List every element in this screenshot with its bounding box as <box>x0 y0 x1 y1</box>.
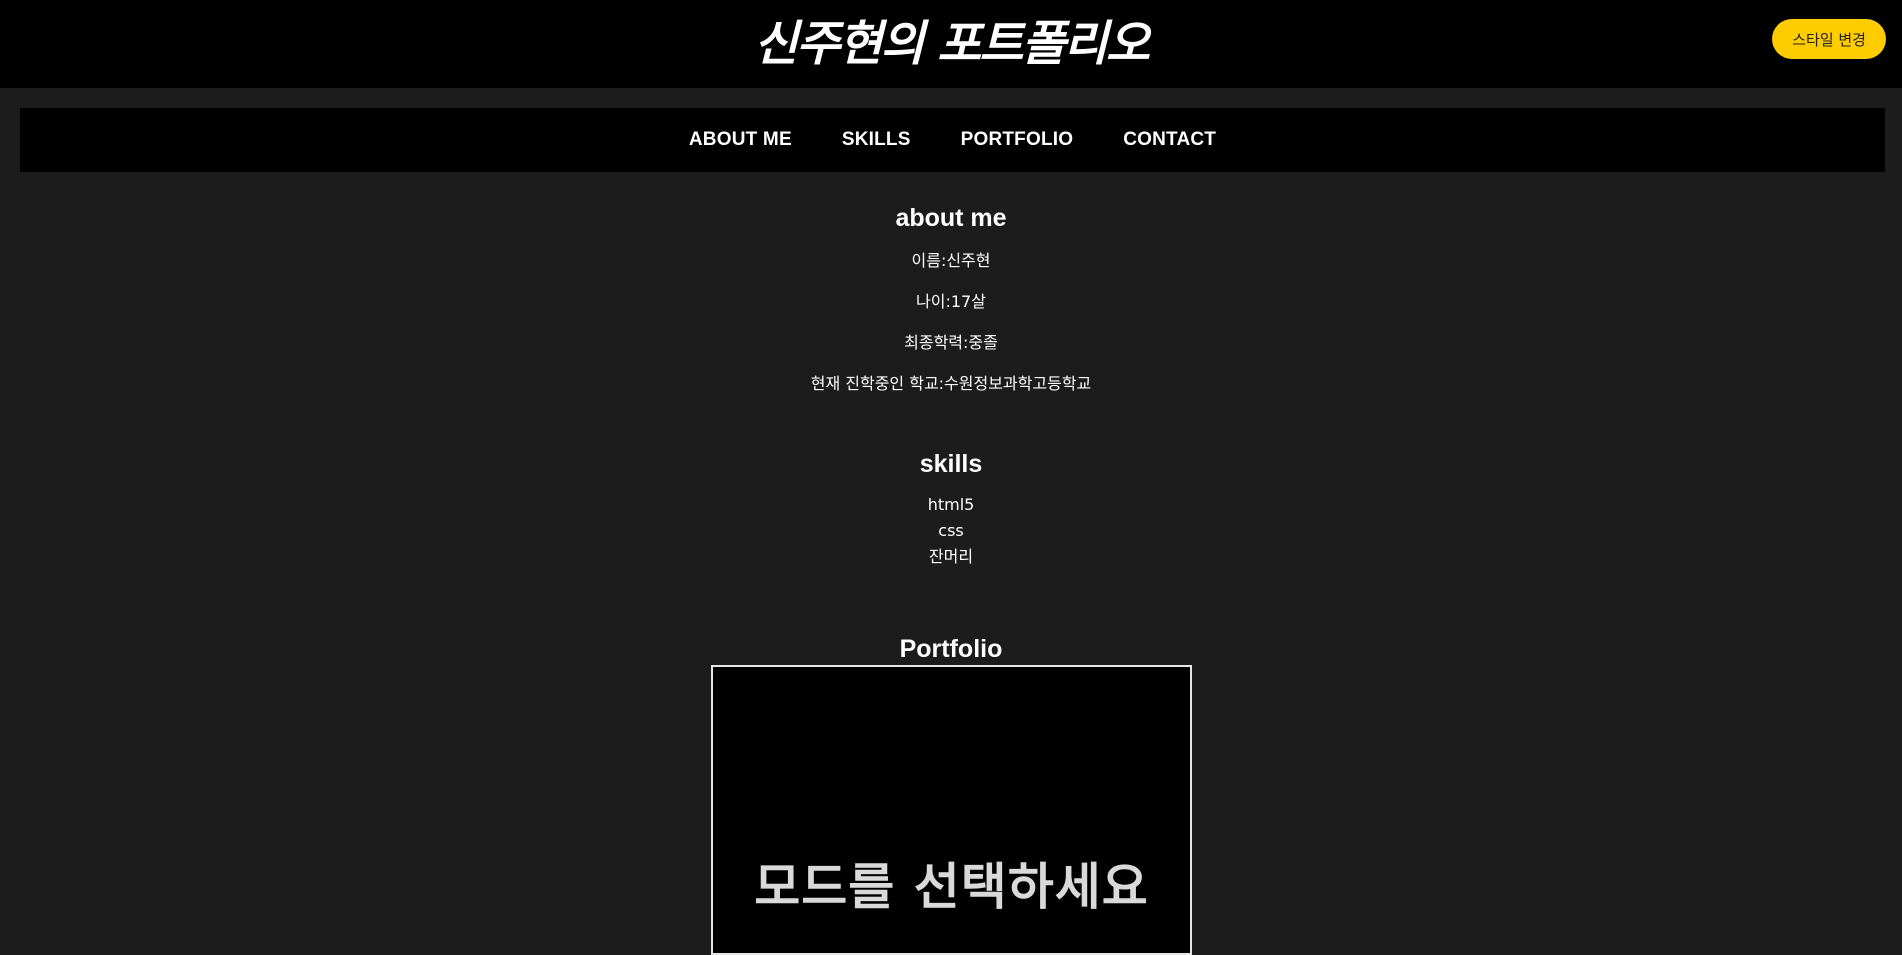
site-title: 신주현의 포트폴리오 <box>753 16 1150 72</box>
about-section: about me 이름:신주현 나이:17살 최종학력:중졸 현재 진학중인 학… <box>0 204 1902 394</box>
top-header: 신주현의 포트폴리오 스타일 변경 <box>0 0 1902 88</box>
nav-item-about-me[interactable]: ABOUT ME <box>689 129 792 151</box>
portfolio-section: Portfolio <box>0 635 1902 664</box>
mode-select-prompt: 모드를 선택하세요 <box>754 858 1149 916</box>
style-change-button[interactable]: 스타일 변경 <box>1772 19 1886 59</box>
about-heading: about me <box>895 204 1007 232</box>
skill-item: html5 <box>927 495 975 514</box>
skill-item: 잔머리 <box>928 547 974 566</box>
skills-heading: skills <box>919 450 983 478</box>
nav-item-skills[interactable]: SKILLS <box>842 129 911 151</box>
nav-item-portfolio[interactable]: PORTFOLIO <box>961 129 1074 151</box>
about-name: 이름:신주현 <box>911 251 991 270</box>
about-education: 최종학력:중졸 <box>904 333 998 352</box>
portfolio-game-frame[interactable]: 모드를 선택하세요 <box>711 665 1192 955</box>
main-nav: ABOUT ME SKILLS PORTFOLIO CONTACT <box>20 108 1885 172</box>
about-age: 나이:17살 <box>916 292 986 311</box>
skill-item: css <box>938 521 964 540</box>
portfolio-heading: Portfolio <box>899 635 1003 663</box>
skills-list: html5 css 잔머리 <box>0 492 1902 570</box>
about-school: 현재 진학중인 학교:수원정보과학고등학교 <box>810 374 1092 393</box>
skills-section: skills html5 css 잔머리 <box>0 450 1902 570</box>
nav-item-contact[interactable]: CONTACT <box>1123 129 1216 151</box>
